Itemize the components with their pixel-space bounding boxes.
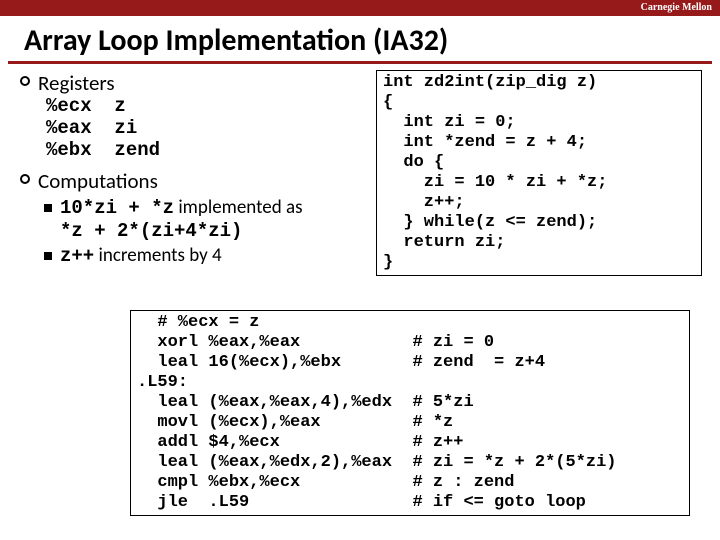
bullet-computations: Computations [16,168,376,194]
text-fragment: increments by 4 [94,244,221,267]
slide-title: Array Loop Implementation (IA32) [8,16,712,64]
square-bullet-icon [44,252,52,260]
ring-bullet-icon [20,76,30,86]
computations-heading: Computations [38,168,158,194]
computation-item-1-text: 10*zi + *z implemented as *z + 2*(zi+4*z… [60,196,303,242]
square-bullet-icon [44,204,52,212]
slide-content: Registers %ecx z %eax zi %ebx zend Compu… [0,70,720,267]
c-code-box: int zd2int(zip_dig z) { int zi = 0; int … [376,70,702,276]
computation-item-1: 10*zi + *z implemented as *z + 2*(zi+4*z… [16,196,376,242]
org-name: Carnegie Mellon [641,2,712,13]
text-fragment: implemented as [174,196,303,219]
asm-code-box: # %ecx = z xorl %eax,%eax # zi = 0 leal … [130,310,690,516]
computation-item-2-text: z++ increments by 4 [60,244,222,267]
computation-item-2: z++ increments by 4 [16,244,376,267]
code-fragment: *z + 2*(zi+4*zi) [60,220,242,242]
code-fragment: 10*zi + *z [60,197,174,219]
ring-bullet-icon [20,174,30,184]
org-header: Carnegie Mellon [0,0,720,16]
registers-heading: Registers [38,70,115,96]
registers-list: %ecx z %eax zi %ebx zend [46,96,376,162]
left-column: Registers %ecx z %eax zi %ebx zend Compu… [16,70,376,267]
code-fragment: z++ [60,245,94,267]
bullet-registers: Registers [16,70,376,96]
